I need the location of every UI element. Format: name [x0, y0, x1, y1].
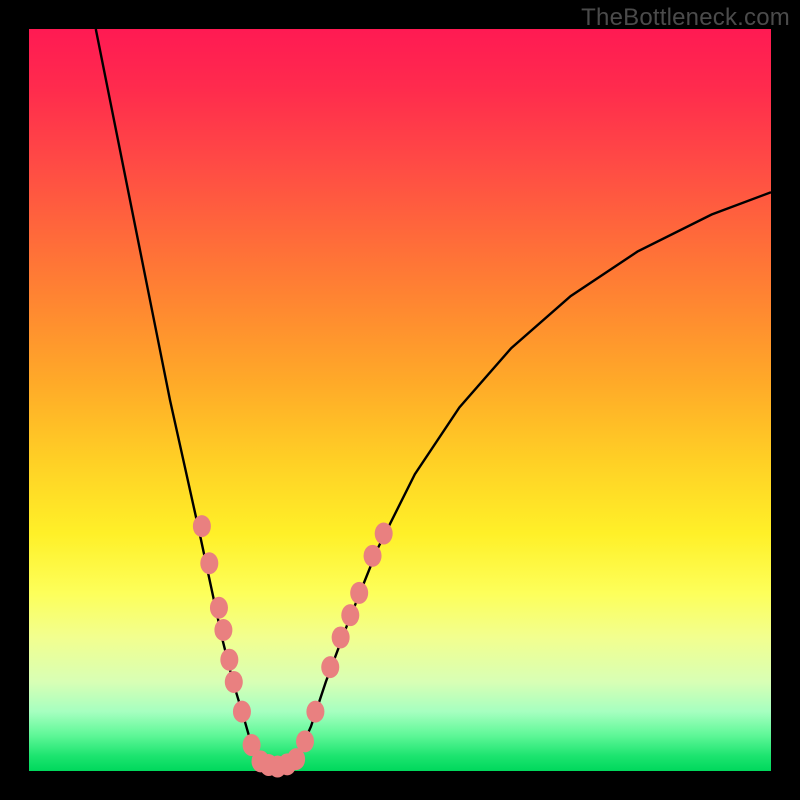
data-marker [193, 515, 211, 537]
data-marker [233, 701, 251, 723]
data-marker [200, 552, 218, 574]
data-markers [193, 515, 393, 777]
watermark-text: TheBottleneck.com [581, 4, 790, 32]
data-marker [350, 582, 368, 604]
data-marker [375, 523, 393, 545]
data-marker [306, 701, 324, 723]
data-marker [220, 649, 238, 671]
data-marker [321, 656, 339, 678]
data-marker [214, 619, 232, 641]
data-marker [225, 671, 243, 693]
plot-area [29, 29, 771, 771]
bottleneck-curve [96, 29, 771, 767]
data-marker [332, 626, 350, 648]
data-marker [210, 597, 228, 619]
data-marker [341, 604, 359, 626]
chart-frame: TheBottleneck.com [0, 0, 800, 800]
data-marker [296, 730, 314, 752]
curve-svg [29, 29, 771, 771]
data-marker [364, 545, 382, 567]
